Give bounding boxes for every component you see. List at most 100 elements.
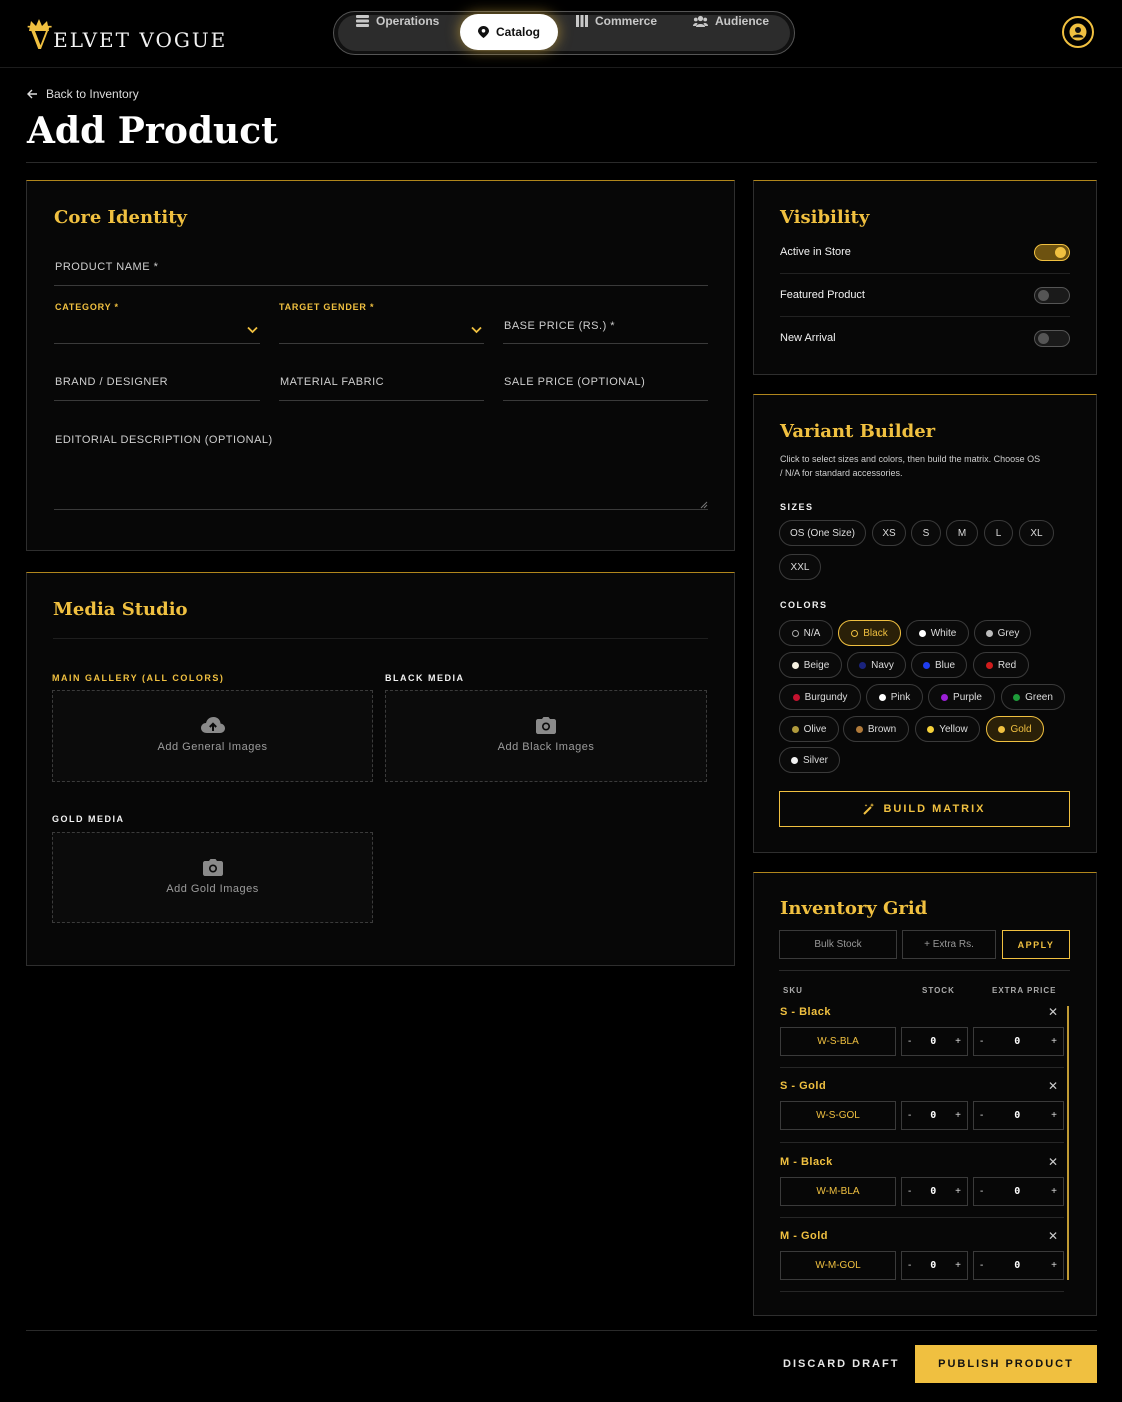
- stock-stepper[interactable]: - 0 +: [901, 1251, 968, 1280]
- active-in-store-toggle[interactable]: [1034, 244, 1070, 261]
- stock-value[interactable]: 0: [930, 1186, 936, 1197]
- brand-input[interactable]: [54, 400, 260, 401]
- extra-price-input[interactable]: + Extra Rs.: [902, 930, 996, 959]
- category-chevron-down-icon[interactable]: [247, 321, 258, 339]
- sku-field[interactable]: W-M-GOL: [780, 1251, 896, 1280]
- increment-button[interactable]: +: [955, 1110, 961, 1121]
- size-chip[interactable]: S: [911, 520, 941, 546]
- discard-draft-button[interactable]: DISCARD DRAFT: [783, 1358, 899, 1370]
- extra-price-value[interactable]: 0: [1014, 1260, 1020, 1271]
- target-gender-select[interactable]: [279, 343, 484, 344]
- increment-button[interactable]: +: [1051, 1036, 1057, 1047]
- extra-price-value[interactable]: 0: [1014, 1186, 1020, 1197]
- remove-row-close-icon[interactable]: ✕: [1048, 1155, 1058, 1169]
- tab-operations[interactable]: Operations: [356, 3, 439, 39]
- back-to-inventory-link[interactable]: Back to Inventory: [27, 87, 139, 101]
- color-chip-label: N/A: [803, 627, 821, 639]
- color-chip-grey[interactable]: Grey: [974, 620, 1031, 646]
- decrement-button[interactable]: -: [980, 1260, 983, 1271]
- size-chip[interactable]: XS: [872, 520, 906, 546]
- publish-product-button[interactable]: PUBLISH PRODUCT: [915, 1345, 1097, 1383]
- brand-logo[interactable]: V ELVET VOGUE: [28, 14, 227, 54]
- stock-stepper[interactable]: - 0 +: [901, 1101, 968, 1130]
- stock-stepper[interactable]: - 0 +: [901, 1177, 968, 1206]
- tab-catalog[interactable]: Catalog: [460, 14, 559, 50]
- stock-value[interactable]: 0: [930, 1260, 936, 1271]
- decrement-button[interactable]: -: [980, 1110, 983, 1121]
- increment-button[interactable]: +: [955, 1036, 961, 1047]
- bulk-stock-input[interactable]: Bulk Stock: [779, 930, 897, 959]
- increment-button[interactable]: +: [1051, 1260, 1057, 1271]
- stock-value[interactable]: 0: [930, 1110, 936, 1121]
- account-avatar[interactable]: [1062, 16, 1094, 48]
- size-chip[interactable]: OS (One Size): [779, 520, 866, 546]
- black-media-dropzone[interactable]: Add Black Images: [385, 690, 707, 782]
- extra-price-stepper[interactable]: - 0 +: [973, 1101, 1064, 1130]
- extra-price-stepper[interactable]: - 0 +: [973, 1251, 1064, 1280]
- increment-button[interactable]: +: [955, 1186, 961, 1197]
- remove-row-close-icon[interactable]: ✕: [1048, 1005, 1058, 1019]
- decrement-button[interactable]: -: [908, 1036, 911, 1047]
- extra-price-stepper[interactable]: - 0 +: [973, 1177, 1064, 1206]
- color-chip-yellow[interactable]: Yellow: [915, 716, 980, 742]
- description-textarea[interactable]: [54, 509, 708, 510]
- gold-media-dropzone[interactable]: Add Gold Images: [52, 832, 373, 923]
- stock-value[interactable]: 0: [930, 1036, 936, 1047]
- color-chip-burgundy[interactable]: Burgundy: [779, 684, 861, 710]
- decrement-button[interactable]: -: [980, 1036, 983, 1047]
- decrement-button[interactable]: -: [908, 1186, 911, 1197]
- sku-field[interactable]: W-M-BLA: [780, 1177, 896, 1206]
- logo-initial: V: [28, 19, 52, 57]
- size-chip[interactable]: M: [946, 520, 978, 546]
- color-chip-purple[interactable]: Purple: [928, 684, 995, 710]
- product-name-input[interactable]: [54, 285, 708, 286]
- size-chip[interactable]: XXL: [779, 554, 821, 580]
- featured-product-toggle[interactable]: [1034, 287, 1070, 304]
- decrement-button[interactable]: -: [908, 1260, 911, 1271]
- build-matrix-button[interactable]: BUILD MATRIX: [779, 791, 1070, 827]
- increment-button[interactable]: +: [955, 1260, 961, 1271]
- color-chip-label: Yellow: [939, 723, 968, 735]
- color-chip-na[interactable]: N/A: [779, 620, 833, 646]
- sale-price-input[interactable]: [503, 400, 708, 401]
- decrement-button[interactable]: -: [908, 1110, 911, 1121]
- size-chip[interactable]: L: [984, 520, 1013, 546]
- new-arrival-toggle[interactable]: [1034, 330, 1070, 347]
- increment-button[interactable]: +: [1051, 1186, 1057, 1197]
- inventory-scrollbar[interactable]: [1067, 1006, 1069, 1280]
- color-chip-olive[interactable]: Olive: [779, 716, 839, 742]
- increment-button[interactable]: +: [1051, 1110, 1057, 1121]
- tab-audience[interactable]: Audience: [693, 3, 769, 39]
- extra-price-value[interactable]: 0: [1014, 1110, 1020, 1121]
- remove-row-close-icon[interactable]: ✕: [1048, 1229, 1058, 1243]
- color-chip-green[interactable]: Green: [1001, 684, 1065, 710]
- tab-commerce[interactable]: Commerce: [576, 3, 657, 39]
- cloud-upload-icon: [200, 717, 225, 733]
- gender-chevron-down-icon[interactable]: [471, 321, 482, 339]
- material-input[interactable]: [279, 400, 484, 401]
- color-chip-white[interactable]: White: [906, 620, 969, 646]
- color-chip-silver[interactable]: Silver: [779, 747, 840, 773]
- sku-field[interactable]: W-S-BLA: [780, 1027, 896, 1056]
- color-chip-navy[interactable]: Navy: [847, 652, 906, 678]
- stock-stepper[interactable]: - 0 +: [901, 1027, 968, 1056]
- decrement-button[interactable]: -: [980, 1186, 983, 1197]
- color-chip-gold[interactable]: Gold: [986, 716, 1044, 742]
- color-chip-pink[interactable]: Pink: [866, 684, 923, 710]
- color-chip-blue[interactable]: Blue: [911, 652, 967, 678]
- apply-button[interactable]: APPLY: [1002, 930, 1070, 959]
- color-chip-red[interactable]: Red: [973, 652, 1029, 678]
- extra-price-stepper[interactable]: - 0 +: [973, 1027, 1064, 1056]
- color-chip-beige[interactable]: Beige: [779, 652, 842, 678]
- color-chip-brown[interactable]: Brown: [843, 716, 909, 742]
- category-select[interactable]: [54, 343, 260, 344]
- remove-row-close-icon[interactable]: ✕: [1048, 1079, 1058, 1093]
- color-chip-black[interactable]: Black: [838, 620, 901, 646]
- main-gallery-dropzone[interactable]: Add General Images: [52, 690, 373, 782]
- extra-price-value[interactable]: 0: [1014, 1036, 1020, 1047]
- base-price-input[interactable]: [503, 343, 708, 344]
- color-chip-label: Green: [1025, 691, 1053, 703]
- resize-handle-icon[interactable]: [700, 501, 708, 509]
- size-chip[interactable]: XL: [1019, 520, 1054, 546]
- sku-field[interactable]: W-S-GOL: [780, 1101, 896, 1130]
